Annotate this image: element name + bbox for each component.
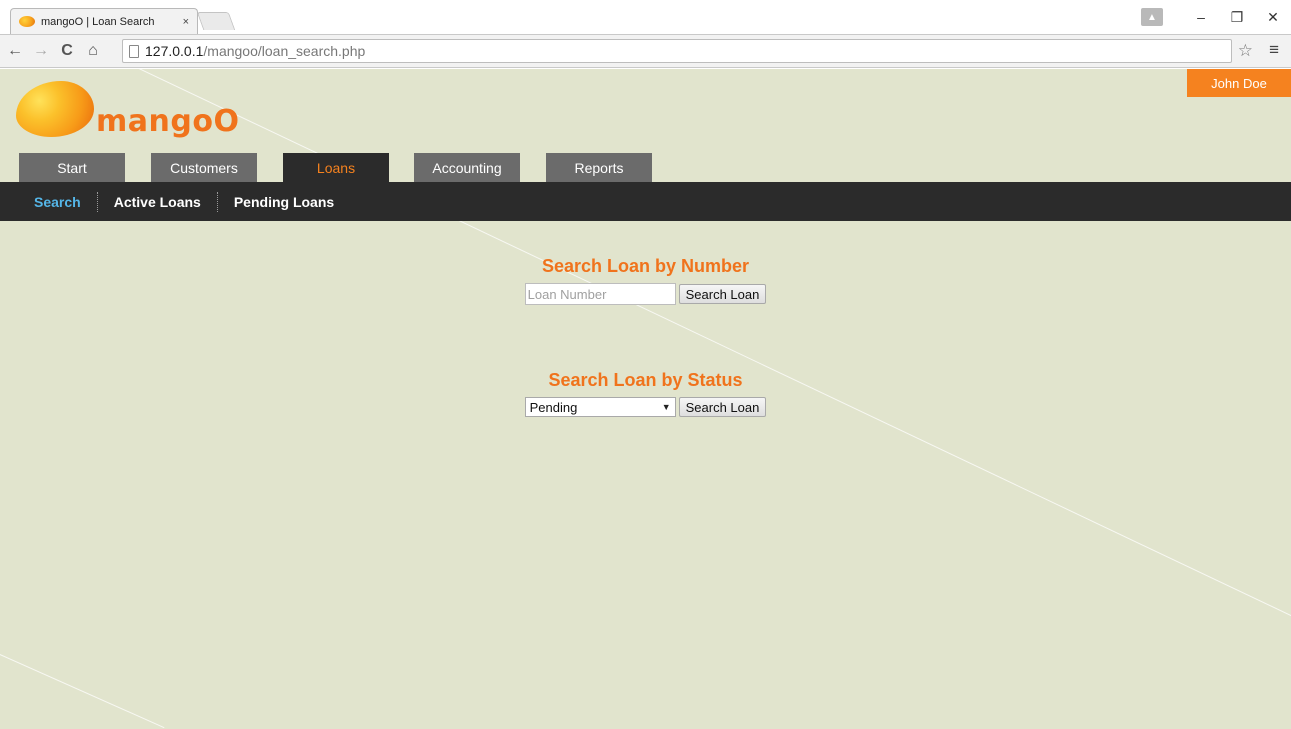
search-by-status-title: Search Loan by Status xyxy=(548,370,743,390)
loan-status-select[interactable]: Pending ▼ xyxy=(524,397,676,417)
profile-icon[interactable]: ▲ xyxy=(1141,8,1163,26)
hamburger-menu-icon[interactable]: ≡ xyxy=(1269,40,1279,60)
tab-close-icon[interactable]: × xyxy=(183,16,189,28)
search-by-number-title: Search Loan by Number xyxy=(541,256,750,276)
subnav-divider xyxy=(96,191,98,212)
search-by-status-section: Search Loan by Status Pending ▼ Search L… xyxy=(0,370,1291,417)
address-bar[interactable]: 127.0.0.1/mangoo/loan_search.php xyxy=(122,39,1232,63)
browser-tab[interactable]: mangoO | Loan Search × xyxy=(10,8,198,34)
search-loan-by-status-button[interactable]: Search Loan xyxy=(678,397,767,417)
url-path: /mangoo/loan_search.php xyxy=(203,43,366,59)
user-name-badge[interactable]: John Doe xyxy=(1187,69,1291,97)
back-arrow-icon[interactable]: ← xyxy=(4,42,26,60)
browser-toolbar: ← → C ⌂ 127.0.0.1/mangoo/loan_search.php… xyxy=(0,34,1291,68)
window-controls: ▲ – ❐ ✕ xyxy=(1141,0,1291,34)
tab-title: mangoO | Loan Search xyxy=(41,15,155,28)
tab-customers[interactable]: Customers xyxy=(151,153,257,182)
page-content: John Doe mangoO Start Customers Loans Ac… xyxy=(0,69,1291,729)
search-loan-by-number-button[interactable]: Search Loan xyxy=(678,284,767,304)
restore-icon[interactable]: ❐ xyxy=(1219,9,1255,26)
tab-loans[interactable]: Loans xyxy=(283,153,389,182)
loan-number-input[interactable] xyxy=(524,283,676,305)
tab-reports[interactable]: Reports xyxy=(546,153,652,182)
subnav-divider xyxy=(216,191,218,212)
search-by-number-form: Search Loan xyxy=(0,283,1291,305)
logo-wordmark: mangoO xyxy=(96,104,240,139)
dropdown-arrow-icon: ▼ xyxy=(661,402,671,412)
page-icon xyxy=(129,44,139,58)
mango-favicon-icon xyxy=(19,16,35,27)
home-icon[interactable]: ⌂ xyxy=(82,42,104,60)
search-by-status-form: Pending ▼ Search Loan xyxy=(0,397,1291,417)
close-window-icon[interactable]: ✕ xyxy=(1255,9,1291,26)
mangoo-logo[interactable]: mangoO xyxy=(16,81,256,141)
main-nav-tabs: Start Customers Loans Accounting Reports xyxy=(0,153,1291,182)
subnav-active-loans[interactable]: Active Loans xyxy=(114,194,201,210)
loan-status-selected-value: Pending xyxy=(529,399,578,415)
tab-start[interactable]: Start xyxy=(19,153,125,182)
subnav-pending-loans[interactable]: Pending Loans xyxy=(234,194,334,210)
mango-logo-icon xyxy=(16,81,94,137)
new-tab-button[interactable] xyxy=(196,12,236,30)
browser-tabstrip: mangoO | Loan Search × ▲ – ❐ ✕ xyxy=(0,0,1291,34)
minimize-icon[interactable]: – xyxy=(1183,9,1219,25)
url-host: 127.0.0.1 xyxy=(145,43,204,59)
tab-accounting[interactable]: Accounting xyxy=(414,153,520,182)
loans-subnav: Search Active Loans Pending Loans xyxy=(0,182,1291,221)
decorative-line xyxy=(0,654,165,729)
search-by-number-section: Search Loan by Number Search Loan xyxy=(0,256,1291,305)
reload-icon[interactable]: C xyxy=(56,42,78,60)
subnav-search[interactable]: Search xyxy=(34,194,81,210)
star-icon[interactable]: ☆ xyxy=(1238,41,1253,61)
forward-arrow-icon[interactable]: → xyxy=(30,42,52,60)
